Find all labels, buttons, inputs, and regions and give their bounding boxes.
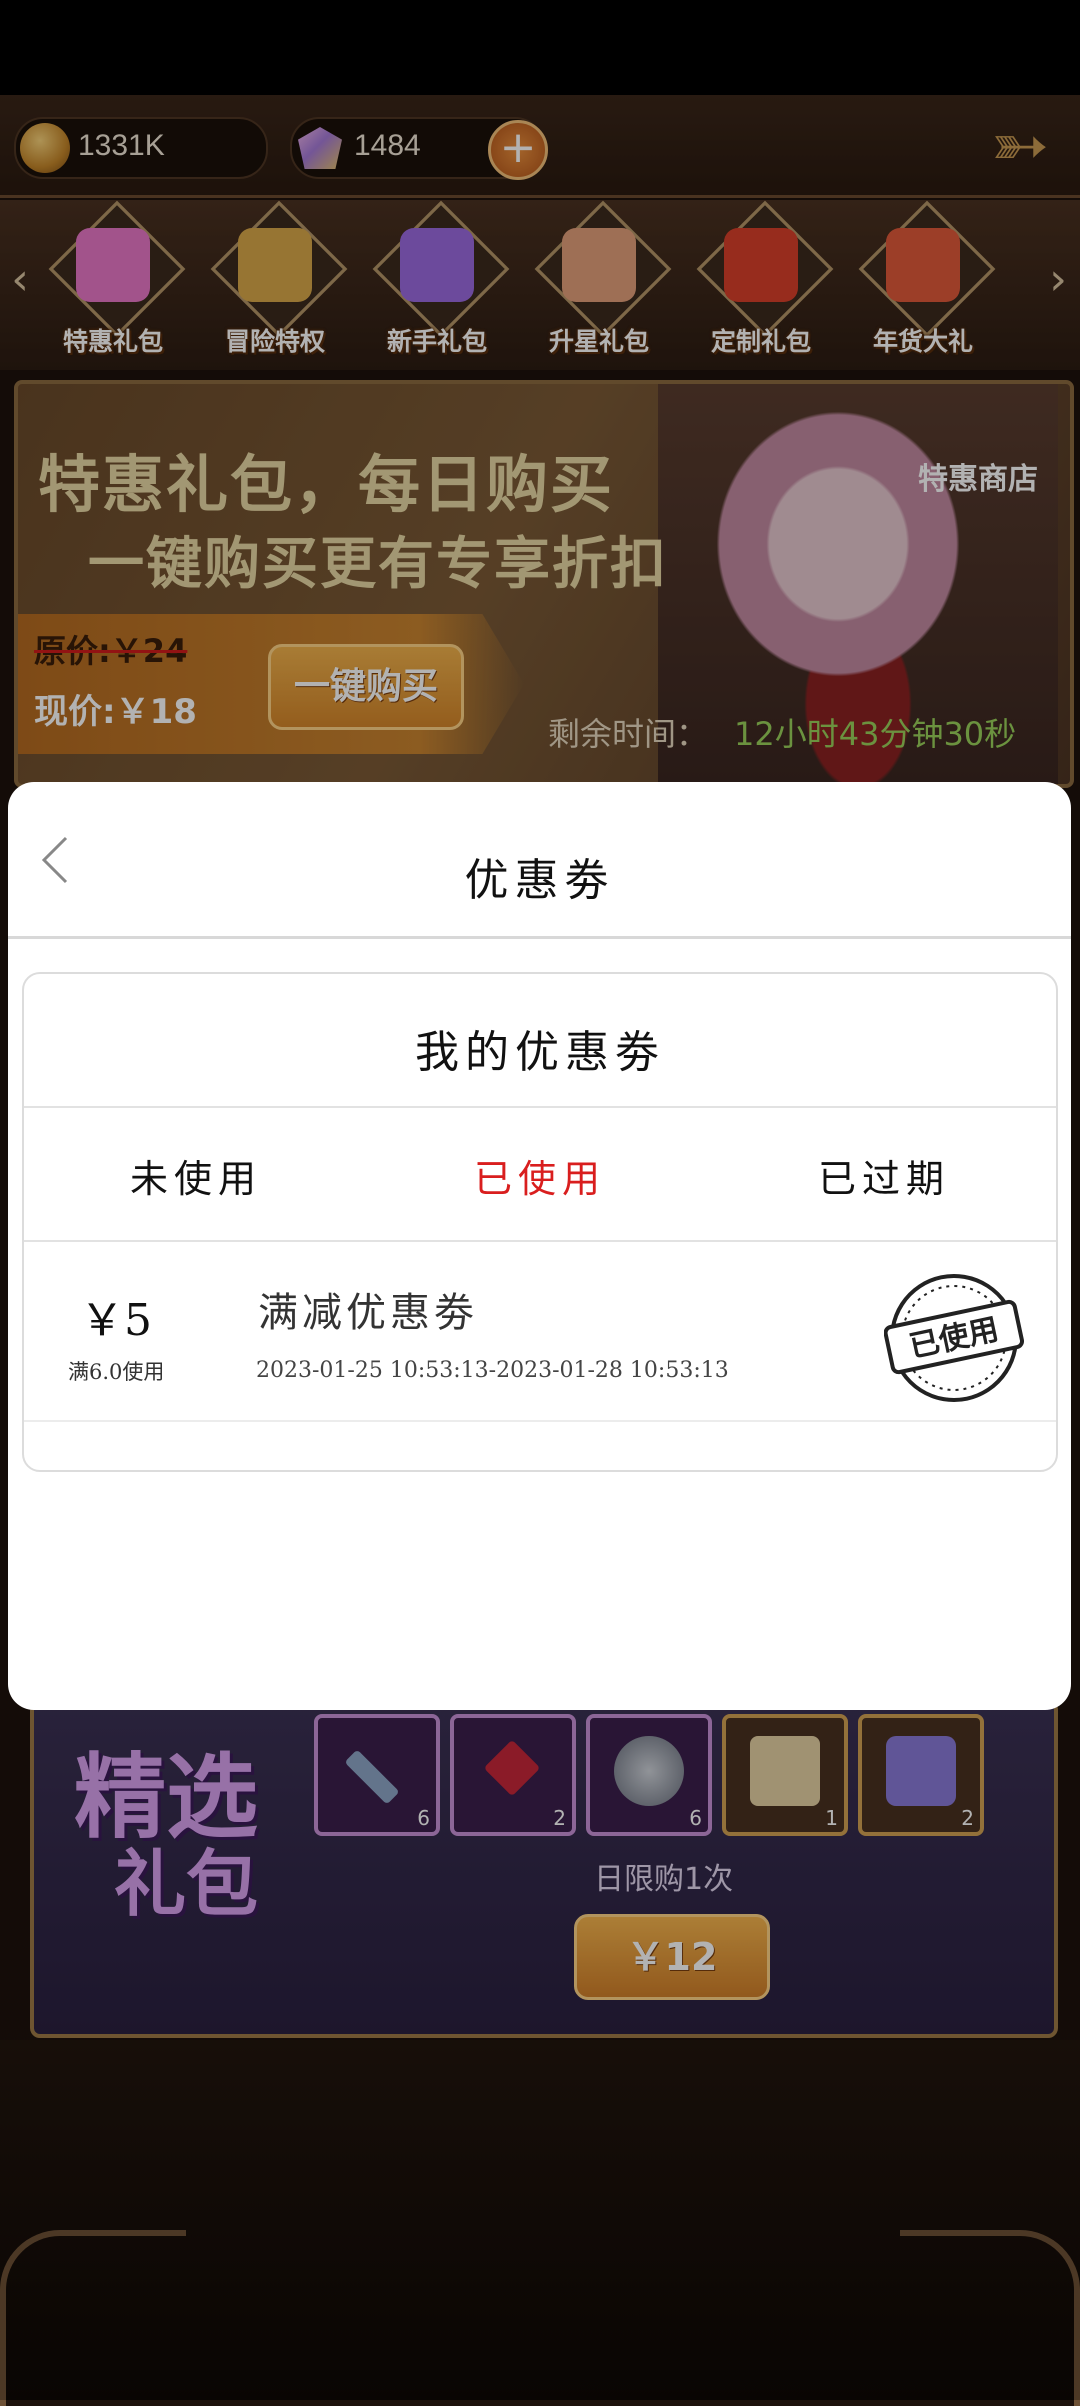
my-coupons-card: 我的优惠劵 未使用 已使用 已过期 ￥5 满6.0使用 满减优惠劵 2023-0… <box>22 972 1058 1472</box>
tab-used[interactable]: 已使用 <box>368 1148 712 1203</box>
coupon-status-tabs: 未使用 已使用 已过期 <box>24 1106 1056 1242</box>
my-coupons-title: 我的优惠劵 <box>415 1027 665 1078</box>
tab-expired[interactable]: 已过期 <box>712 1148 1056 1203</box>
tab-unused[interactable]: 未使用 <box>24 1148 368 1203</box>
coupon-condition: 满6.0使用 <box>68 1360 165 1384</box>
used-stamp-icon: 已使用 <box>884 1274 1024 1402</box>
coupon-validity: 2023-01-25 10:53:13-2023-01-28 10:53:13 <box>256 1358 729 1383</box>
coupon-item[interactable]: ￥5 满6.0使用 满减优惠劵 2023-01-25 10:53:13-2023… <box>24 1240 1056 1422</box>
coupon-amount: ￥5 <box>80 1295 152 1346</box>
coupon-name: 满减优惠劵 <box>258 1290 478 1336</box>
dialog-title: 优惠劵 <box>464 855 615 906</box>
dialog-header: 优惠劵 <box>8 782 1071 939</box>
coupon-dialog: 优惠劵 我的优惠劵 未使用 已使用 已过期 ￥5 满6.0使用 满减优惠劵 20… <box>8 782 1071 1710</box>
